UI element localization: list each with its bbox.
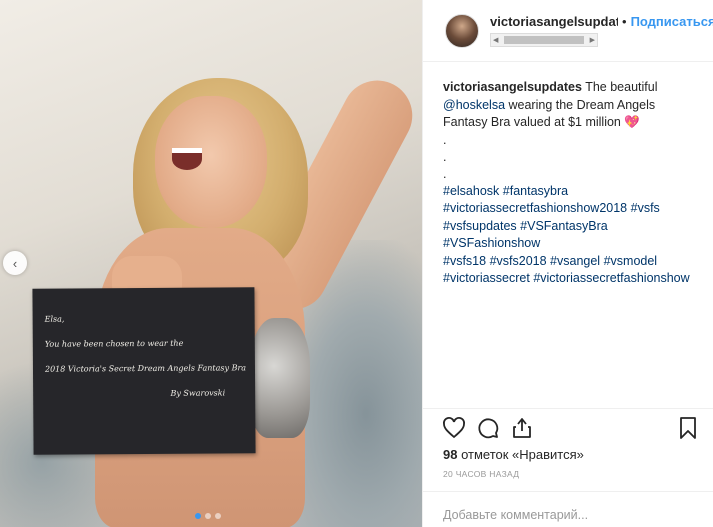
likes-number: 98 — [443, 447, 458, 462]
fantasy-bra — [250, 318, 310, 438]
hashtag-link[interactable]: #VSFantasyBra — [520, 219, 608, 233]
follow-button[interactable]: Подписаться — [631, 14, 713, 29]
action-icons — [423, 409, 713, 439]
caption-mention[interactable]: @hoskelsa — [443, 98, 505, 112]
share-icon[interactable] — [510, 416, 534, 440]
caption-dot: . — [443, 132, 447, 147]
hashtag-link[interactable]: #vsfsupdates — [443, 219, 517, 233]
letter-line-4: By Swarovski — [170, 388, 226, 398]
header-username[interactable]: victoriasangelsupdates — [490, 14, 618, 29]
heart-emoji-icon: 💖 — [624, 115, 640, 129]
header-line: victoriasangelsupdates • Подписаться — [490, 14, 713, 29]
scroll-right-icon[interactable]: ▶ — [590, 36, 595, 44]
post-media: Elsa, You have been chosen to wear the 2… — [0, 0, 422, 527]
hashtag-link[interactable]: #victoriassecretfashionshow2018 — [443, 201, 627, 215]
avatar[interactable] — [445, 13, 479, 48]
hashtag-link[interactable]: #vsangel — [550, 254, 600, 268]
letter-card: Elsa, You have been chosen to wear the 2… — [32, 287, 256, 455]
letter-line-3: 2018 Victoria's Secret Dream Angels Fant… — [44, 363, 247, 374]
comment-icon[interactable] — [476, 416, 500, 440]
hashtag-link[interactable]: #vsfs — [631, 201, 660, 215]
caption-dot: . — [443, 149, 447, 164]
comment-input[interactable] — [443, 508, 663, 522]
letter-line-1: Elsa, — [44, 314, 65, 324]
model-mouth — [172, 148, 202, 170]
likes-label: отметок «Нравится» — [457, 447, 584, 462]
carousel-dot — [205, 513, 211, 519]
header-separator: • — [622, 14, 627, 29]
hashtag-link[interactable]: #vsfs18 — [443, 254, 486, 268]
carousel-prev-button[interactable]: ‹ — [3, 251, 27, 275]
hashtag-link[interactable]: #vsmodel — [604, 254, 658, 268]
letter-line-2: You have been chosen to wear the — [44, 338, 184, 349]
horizontal-scrollbar[interactable]: ◀ ▶ — [490, 33, 598, 47]
header-text: victoriasangelsupdates • Подписаться ◀ ▶ — [490, 14, 713, 47]
caption-dot: . — [443, 166, 447, 181]
post-timestamp[interactable]: 20 часов назад — [423, 462, 713, 479]
post-caption: victoriasangelsupdates The beautiful @ho… — [423, 62, 713, 447]
post-header: victoriasangelsupdates • Подписаться ◀ ▶ — [423, 0, 713, 62]
post-sidebar: victoriasangelsupdates • Подписаться ◀ ▶… — [422, 0, 713, 527]
caption-username[interactable]: victoriasangelsupdates — [443, 80, 582, 94]
hashtag-list: #elsahosk #fantasybra #victoriassecretfa… — [443, 184, 690, 286]
hashtag-link[interactable]: #victoriassecret — [443, 271, 530, 285]
hashtag-link[interactable]: #fantasybra — [503, 184, 568, 198]
caption-text: The beautiful — [581, 80, 658, 94]
bookmark-icon[interactable] — [676, 416, 700, 440]
scroll-left-icon[interactable]: ◀ — [493, 36, 498, 44]
carousel-indicator — [195, 513, 221, 519]
carousel-dot — [195, 513, 201, 519]
hashtag-link[interactable]: #victoriassecretfashionshow — [533, 271, 689, 285]
hashtag-link[interactable]: #vsfs2018 — [490, 254, 547, 268]
post-actions: 98 отметок «Нравится» 20 часов назад — [423, 408, 713, 527]
comment-section — [423, 491, 713, 527]
hashtag-link[interactable]: #VSFashionshow — [443, 236, 540, 250]
chevron-left-icon: ‹ — [12, 255, 18, 271]
likes-count[interactable]: 98 отметок «Нравится» — [423, 439, 713, 462]
scrollbar-thumb[interactable] — [504, 36, 584, 44]
hashtag-link[interactable]: #elsahosk — [443, 184, 499, 198]
carousel-dot — [215, 513, 221, 519]
heart-icon[interactable] — [442, 416, 466, 440]
